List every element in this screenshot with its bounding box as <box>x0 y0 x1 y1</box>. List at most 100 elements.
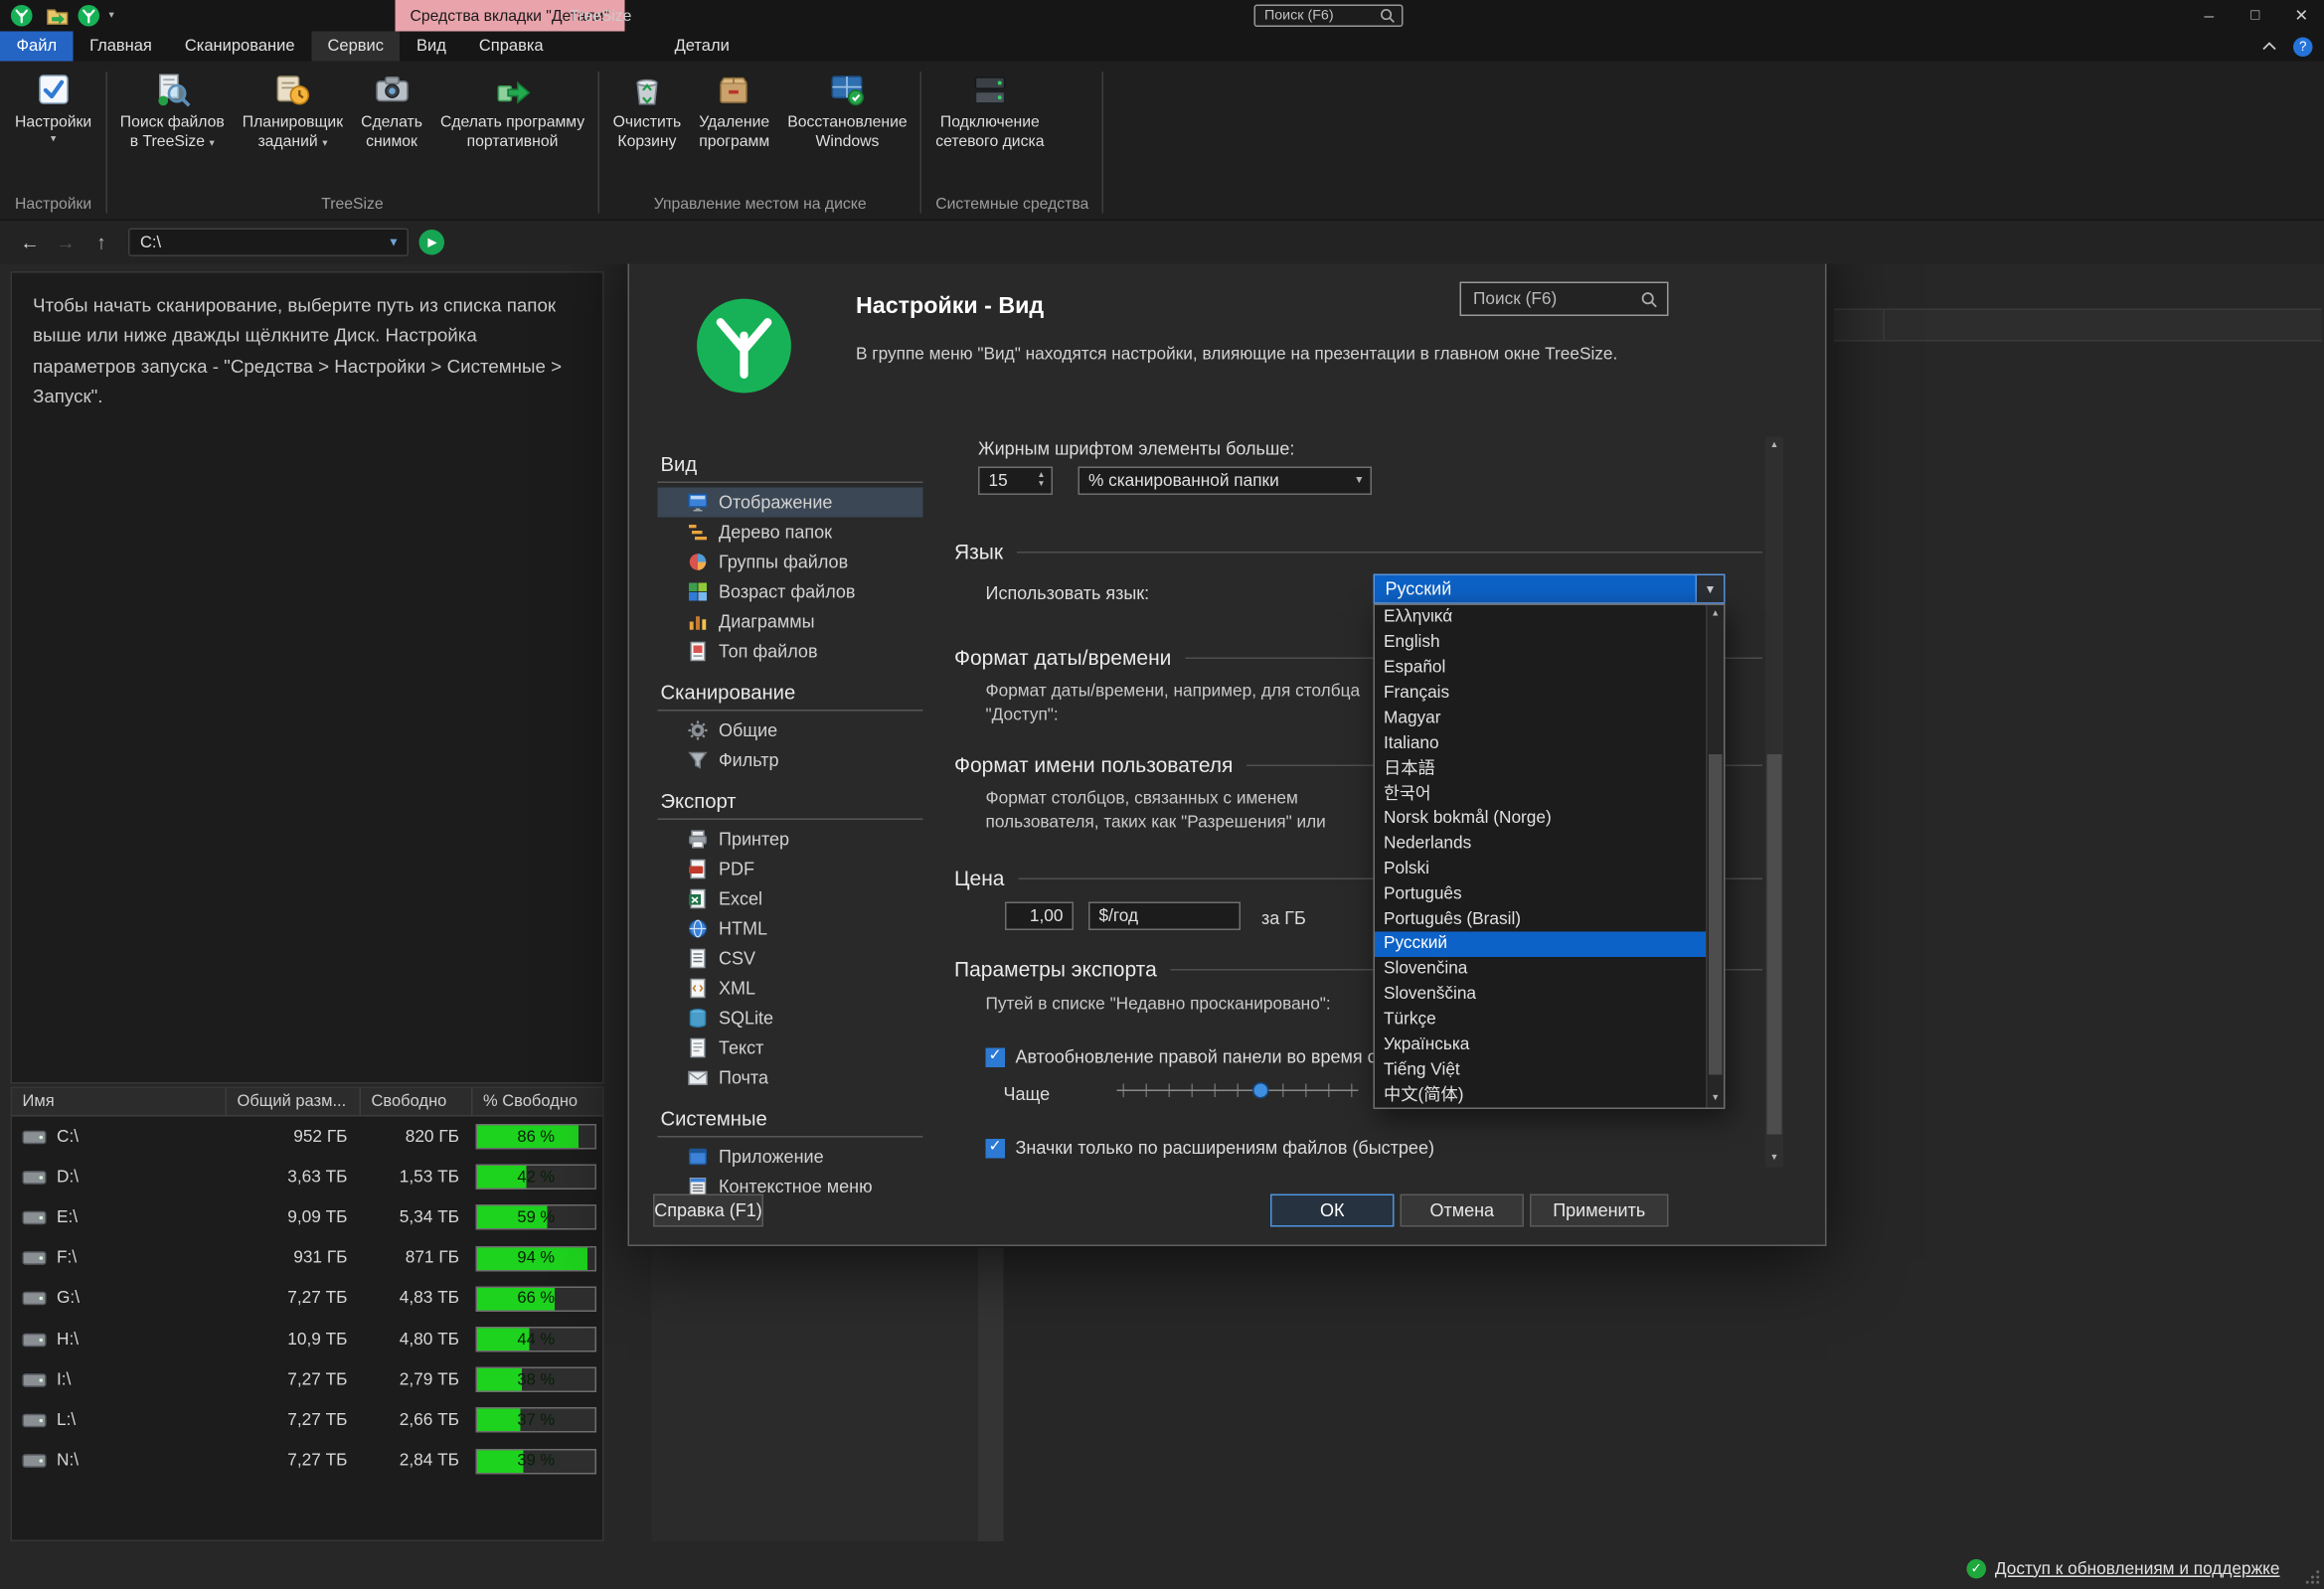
language-option[interactable]: Italiano <box>1375 730 1706 755</box>
language-option[interactable]: Español <box>1375 656 1706 681</box>
language-option[interactable]: Norsk bokmål (Norge) <box>1375 806 1706 831</box>
settings-nav-item-export-pdf[interactable]: PDF <box>658 855 923 884</box>
ribbon-button-map-network-drive[interactable]: Подключениесетевого диска <box>926 65 1053 151</box>
menu-tab-scan[interactable]: Сканирование <box>168 32 311 62</box>
menu-tab-details[interactable]: Детали <box>658 32 746 62</box>
collapse-ribbon-icon[interactable] <box>2262 42 2277 51</box>
ribbon-button-snapshot[interactable]: Сделатьснимок <box>352 65 431 151</box>
language-option[interactable]: Português (Brasil) <box>1375 906 1706 931</box>
chevron-down-icon[interactable]: ▼ <box>1696 575 1725 602</box>
drive-row[interactable]: I:\7,27 ТБ2,79 ТБ38 % <box>12 1359 602 1400</box>
language-option[interactable]: Nederlands <box>1375 831 1706 856</box>
settings-nav-item-export-xml[interactable]: XML <box>658 974 923 1004</box>
slider-thumb[interactable] <box>1252 1082 1269 1099</box>
help-icon[interactable]: ? <box>2293 37 2313 57</box>
resize-grip[interactable] <box>2305 1570 2320 1585</box>
spinner-arrows-icon[interactable]: ▲▼ <box>1037 472 1045 490</box>
column-header-free[interactable]: Свободно <box>361 1088 473 1115</box>
drive-row[interactable]: H:\10,9 ТБ4,80 ТБ44 % <box>12 1319 602 1359</box>
scroll-down-icon[interactable]: ▼ <box>1708 1090 1725 1108</box>
start-scan-button[interactable]: ▶ <box>419 230 445 255</box>
language-option[interactable]: Français <box>1375 681 1706 706</box>
price-input[interactable]: 1,00 <box>1005 902 1074 931</box>
drive-row[interactable]: E:\9,09 ТБ5,34 ТБ59 % <box>12 1197 602 1238</box>
language-option[interactable]: Slovenščina <box>1375 982 1706 1007</box>
ribbon-button-file-search[interactable]: Поиск файловв TreeSize▾ <box>111 65 234 151</box>
language-option[interactable]: Português <box>1375 881 1706 906</box>
drive-row[interactable]: C:\952 ГБ820 ГБ86 % <box>12 1117 602 1158</box>
quick-access-chevron-icon[interactable]: ▾ <box>109 9 114 21</box>
settings-nav-item-sys-application[interactable]: Приложение <box>658 1142 923 1172</box>
scroll-up-icon[interactable]: ▲ <box>1708 605 1725 623</box>
column-header-pct-free[interactable]: % Свободно <box>473 1088 600 1115</box>
language-option[interactable]: Slovenčina <box>1375 957 1706 982</box>
ribbon-button-portable[interactable]: Сделать программупортативной <box>431 65 593 151</box>
settings-nav-item-export-printer[interactable]: Принтер <box>658 825 923 855</box>
forward-button[interactable]: → <box>48 232 83 254</box>
close-button[interactable]: ✕ <box>2278 0 2324 32</box>
icons-by-extension-checkbox-row[interactable]: Значки только по расширениям файлов (быс… <box>986 1138 1434 1159</box>
content-scrollbar[interactable]: ▲ ▼ <box>1765 437 1783 1168</box>
settings-nav-item-scan-general[interactable]: Общие <box>658 715 923 745</box>
quick-access-scan-icon[interactable] <box>47 5 70 28</box>
autorefresh-checkbox-row[interactable]: Автообновление правой панели во время с <box>986 1046 1374 1067</box>
drive-row[interactable]: L:\7,27 ТБ2,66 ТБ37 % <box>12 1400 602 1441</box>
quick-access-app-icon[interactable] <box>78 5 100 28</box>
language-option[interactable]: Українська <box>1375 1033 1706 1057</box>
path-combobox[interactable]: C:\ ▼ <box>128 229 409 257</box>
scrollbar-thumb[interactable] <box>1767 754 1782 1135</box>
dropdown-scrollbar[interactable]: ▲ ▼ <box>1706 605 1724 1108</box>
settings-nav-item-export-html[interactable]: HTML <box>658 914 923 944</box>
language-option[interactable]: 日本語 <box>1375 756 1706 781</box>
settings-nav-item-charts[interactable]: Диаграммы <box>658 607 923 637</box>
ribbon-button-windows-restore[interactable]: ВосстановлениеWindows <box>778 65 915 151</box>
ribbon-button-uninstall-programs[interactable]: Удалениепрограмм <box>690 65 778 151</box>
scrollbar-thumb[interactable] <box>1709 754 1723 1075</box>
language-option[interactable]: 中文(简体) <box>1375 1082 1706 1107</box>
checkbox-checked-icon[interactable] <box>986 1047 1006 1067</box>
settings-nav-item-export-text[interactable]: Текст <box>658 1033 923 1063</box>
apply-button[interactable]: Применить <box>1530 1194 1669 1227</box>
menu-tab-help[interactable]: Справка <box>462 32 560 62</box>
drive-row[interactable]: D:\3,63 ТБ1,53 ТБ42 % <box>12 1157 602 1197</box>
drive-row[interactable]: F:\931 ГБ871 ГБ94 % <box>12 1238 602 1279</box>
titlebar-search[interactable]: Поиск (F6) <box>1254 5 1404 28</box>
help-button[interactable]: Справка (F1) <box>653 1194 763 1227</box>
menu-tab-tools[interactable]: Сервис <box>311 32 401 62</box>
language-option[interactable]: Polski <box>1375 857 1706 881</box>
scroll-down-icon[interactable]: ▼ <box>1765 1150 1783 1168</box>
ribbon-button-empty-recycle-bin[interactable]: ОчиститьКорзину <box>604 65 691 151</box>
ribbon-button-settings[interactable]: Настройки▾ <box>6 65 100 146</box>
language-option[interactable]: English <box>1375 630 1706 655</box>
language-option[interactable]: Русский <box>1375 931 1706 956</box>
menu-tab-home[interactable]: Главная <box>74 32 169 62</box>
bold-items-spinner[interactable]: 15 ▲▼ <box>978 467 1053 496</box>
menu-tab-view[interactable]: Вид <box>401 32 463 62</box>
cancel-button[interactable]: Отмена <box>1401 1194 1525 1227</box>
settings-search[interactable]: Поиск (F6) <box>1460 282 1669 317</box>
price-unit-input[interactable]: $/год <box>1088 902 1241 931</box>
menu-tab-file[interactable]: Файл <box>0 32 74 62</box>
back-button[interactable]: ← <box>12 232 48 254</box>
settings-nav-item-file-groups[interactable]: Группы файлов <box>658 548 923 577</box>
details-scrollbar-fragment[interactable] <box>978 1248 1004 1542</box>
checkbox-checked-icon[interactable] <box>986 1138 1006 1158</box>
settings-nav-item-export-excel[interactable]: Excel <box>658 884 923 914</box>
updates-support-link[interactable]: ✓ Доступ к обновлениям и поддержке <box>1966 1559 2279 1579</box>
language-combobox[interactable]: Русский ▼ <box>1374 574 1726 604</box>
language-option[interactable]: 한국어 <box>1375 781 1706 806</box>
settings-nav-item-export-mail[interactable]: Почта <box>658 1063 923 1093</box>
minimize-button[interactable]: ─ <box>2186 0 2233 32</box>
language-option[interactable]: Ελληνικά <box>1375 605 1706 630</box>
settings-nav-item-export-sqlite[interactable]: SQLite <box>658 1004 923 1033</box>
settings-nav-item-file-age[interactable]: Возраст файлов <box>658 577 923 607</box>
settings-nav-item-display[interactable]: Отображение <box>658 488 923 518</box>
up-button[interactable]: ↑ <box>83 232 119 254</box>
settings-nav-item-export-csv[interactable]: CSV <box>658 944 923 974</box>
refresh-frequency-slider[interactable] <box>1117 1079 1359 1102</box>
language-option[interactable]: Magyar <box>1375 706 1706 730</box>
ribbon-button-scheduler[interactable]: Планировщикзаданий▾ <box>234 65 352 151</box>
column-header-name[interactable]: Имя <box>12 1088 227 1115</box>
language-option[interactable]: Tiếng Việt <box>1375 1057 1706 1082</box>
drive-row[interactable]: N:\7,27 ТБ2,84 ТБ39 % <box>12 1441 602 1482</box>
